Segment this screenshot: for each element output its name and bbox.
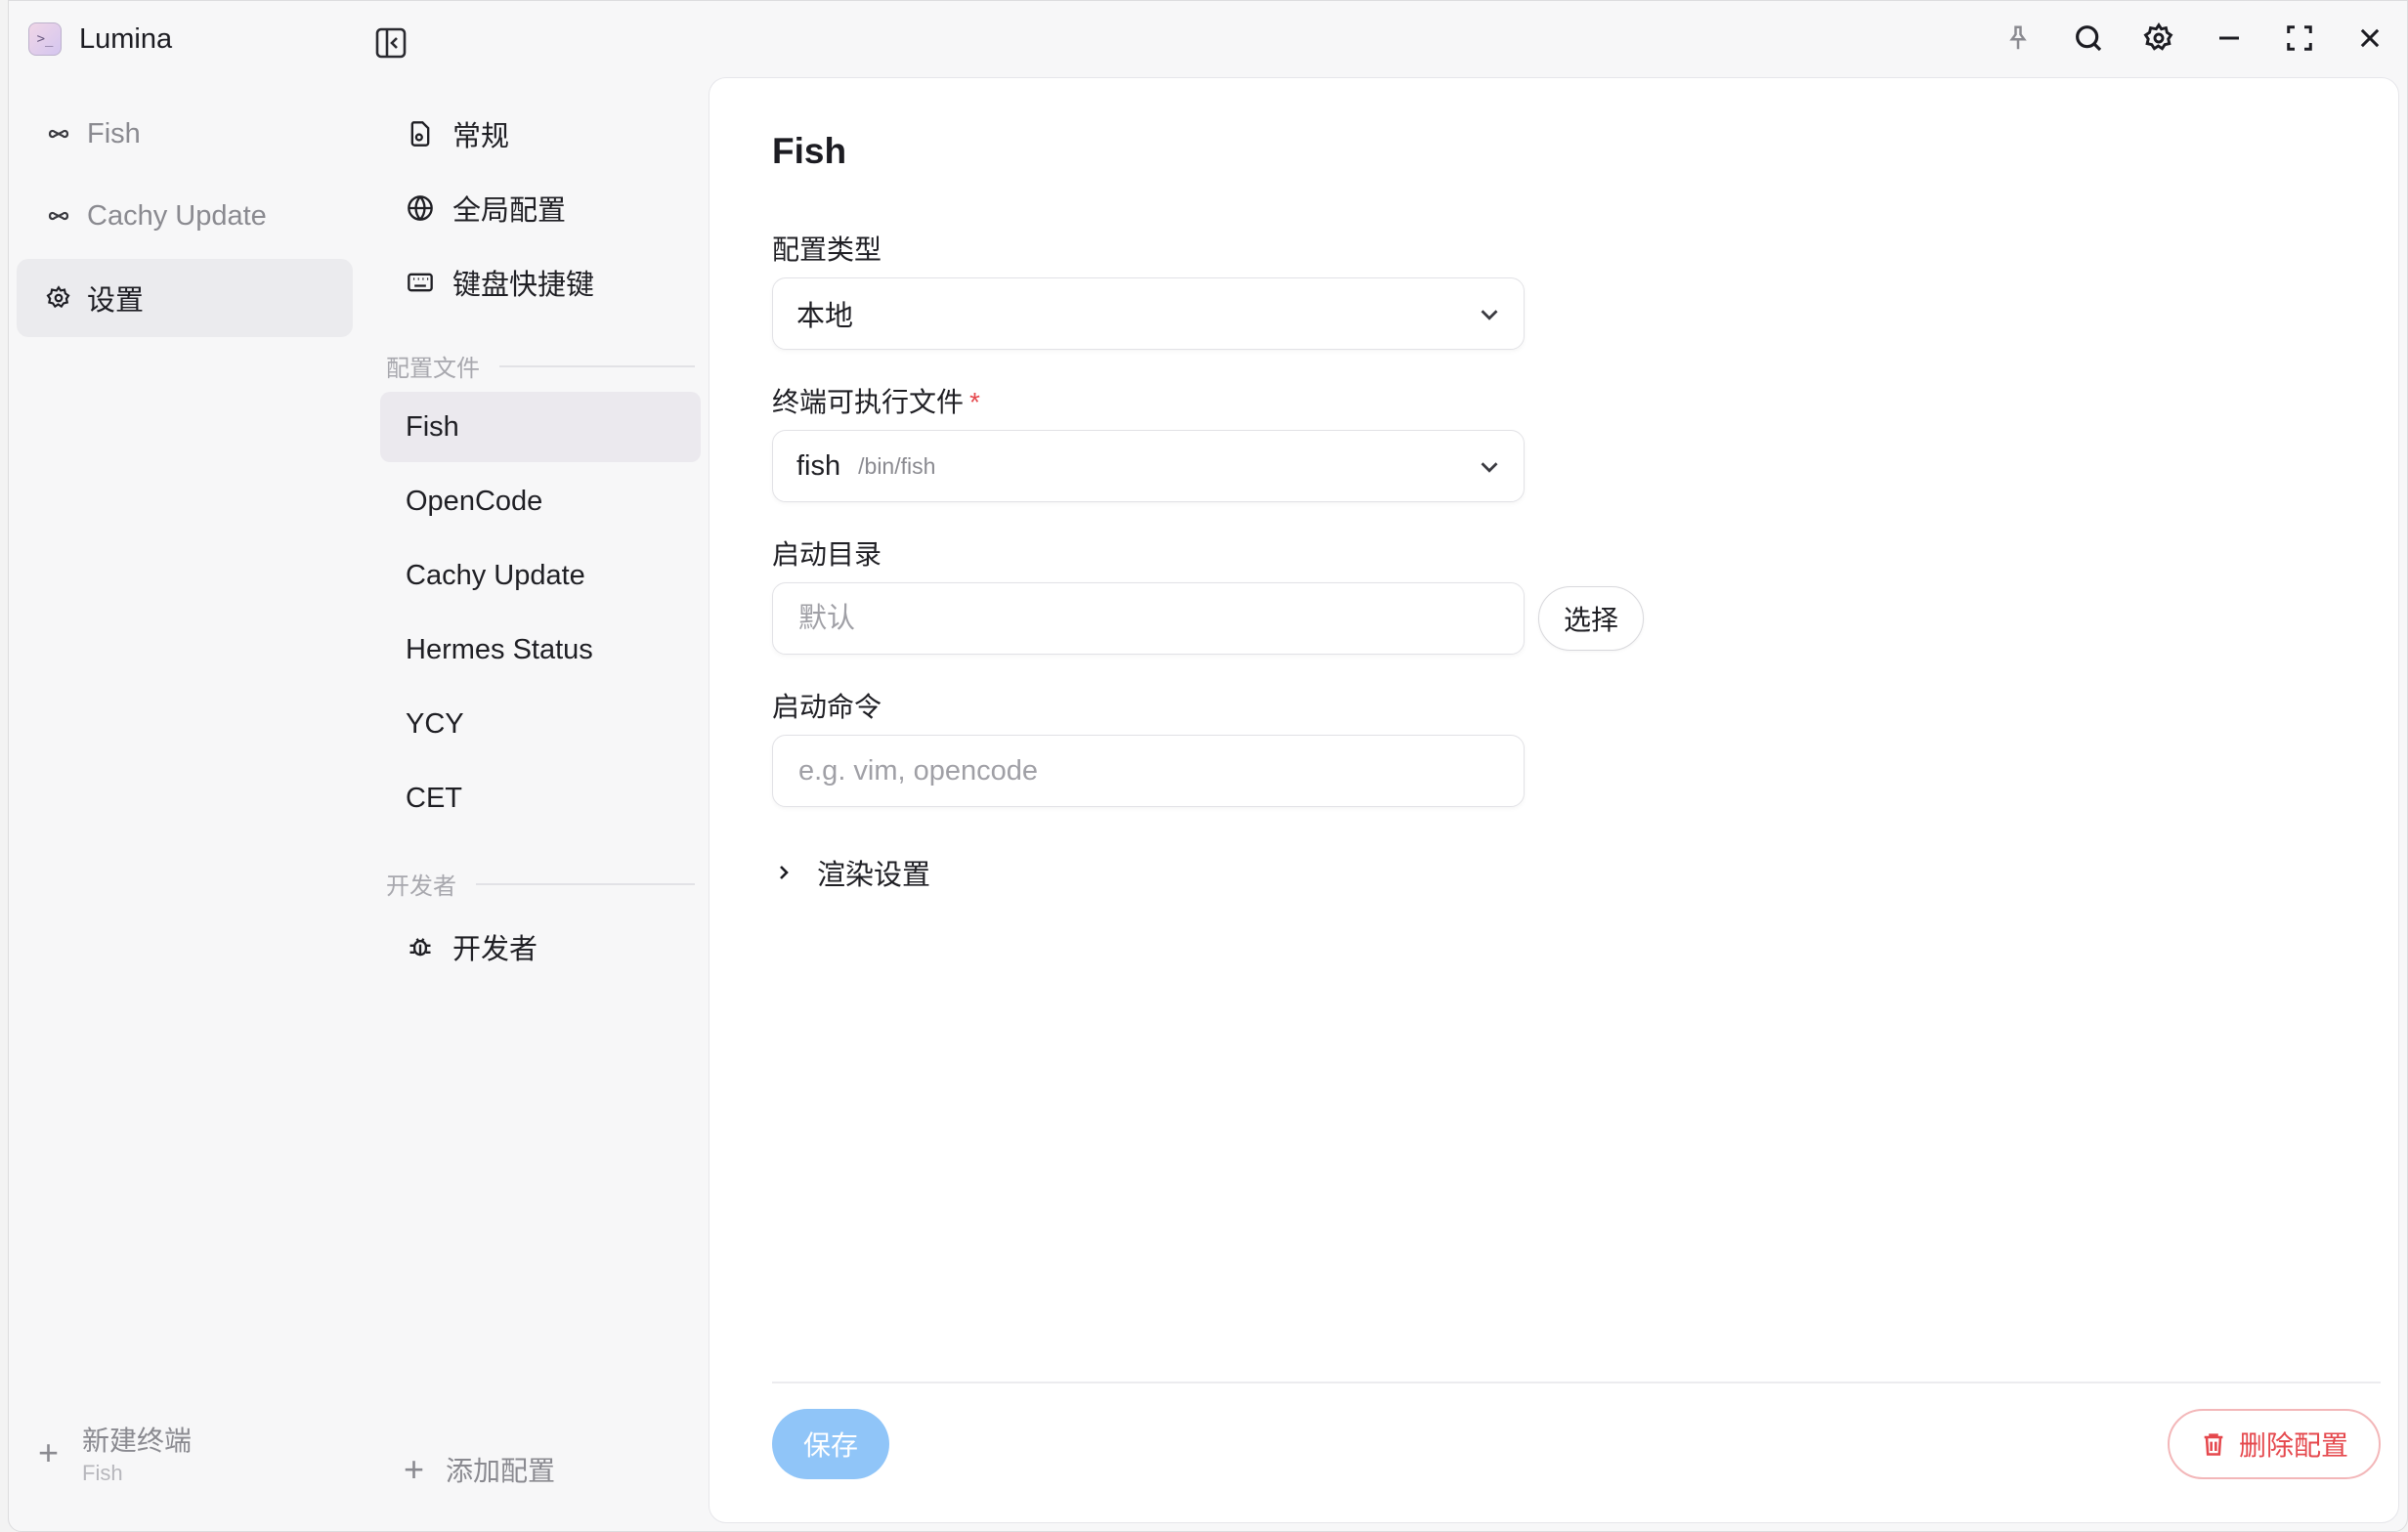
footer-divider xyxy=(772,1382,2381,1383)
start-cmd-label: 启动命令 xyxy=(772,692,882,722)
sidebar-item-settings[interactable]: 设置 xyxy=(17,259,353,337)
settings-nav-keyboard-shortcuts[interactable]: 键盘快捷键 xyxy=(380,247,701,318)
settings-nav-label: 开发者 xyxy=(452,934,538,965)
chevron-down-icon xyxy=(1481,462,1498,473)
add-config-button[interactable]: + 添加配置 xyxy=(404,1449,555,1490)
profile-item-fish[interactable]: Fish xyxy=(380,392,701,462)
sidebar-nav: Fish Cachy Update 设置 xyxy=(17,95,353,341)
close-icon[interactable] xyxy=(2352,21,2387,56)
delete-config-label: 删除配置 xyxy=(2238,1430,2348,1461)
settings-nav-general[interactable]: 常规 xyxy=(380,99,701,169)
new-terminal-sub: Fish xyxy=(82,1461,123,1485)
delete-config-button[interactable]: 删除配置 xyxy=(2168,1409,2381,1479)
settings-nav-global-config[interactable]: 全局配置 xyxy=(380,173,701,243)
config-type-label: 配置类型 xyxy=(772,234,882,265)
profile-item-ycy[interactable]: YCY xyxy=(380,689,701,759)
executable-path: /bin/fish xyxy=(858,452,936,479)
profiles-section-header: 配置文件 xyxy=(386,349,695,383)
start-dir-label: 启动目录 xyxy=(772,539,882,570)
chevron-down-icon xyxy=(1481,310,1498,320)
sidebar-item-fish[interactable]: Fish xyxy=(17,95,353,173)
profile-editor-panel: Fish 配置类型 本地 终端可执行文件 * fish /bin/fish 启动目… xyxy=(709,77,2399,1523)
titlebar-controls xyxy=(2000,21,2387,56)
globe-icon xyxy=(406,193,435,223)
infinity-icon xyxy=(46,121,71,147)
search-icon[interactable] xyxy=(2071,21,2106,56)
required-mark: * xyxy=(969,387,980,417)
app-logo: >_ xyxy=(28,22,62,56)
start-dir-input[interactable] xyxy=(772,582,1525,655)
settings-nav-label: 常规 xyxy=(452,121,510,152)
app-title: Lumina xyxy=(79,22,173,55)
file-settings-icon xyxy=(406,119,435,149)
profile-item-hermes-status[interactable]: Hermes Status xyxy=(380,615,701,685)
executable-label: 终端可执行文件 * xyxy=(772,387,980,417)
trash-icon xyxy=(2204,1433,2223,1456)
render-settings-label: 渲染设置 xyxy=(817,860,931,891)
choose-dir-button[interactable]: 选择 xyxy=(1538,586,1644,651)
settings-nav-label: 全局配置 xyxy=(452,195,567,227)
sidebar-item-label: Fish xyxy=(87,117,141,149)
settings-nav-developer[interactable]: 开发者 xyxy=(380,912,701,982)
add-config-label: 添加配置 xyxy=(446,1456,556,1486)
sidebar-item-cachy-update[interactable]: Cachy Update xyxy=(17,177,353,255)
app-window: >_ Lumina Fish Cachy Update 设置 + 新建终端 Fi… xyxy=(8,0,2408,1532)
infinity-icon xyxy=(46,203,71,229)
chevron-right-icon xyxy=(780,866,789,879)
config-type-value: 本地 xyxy=(796,301,854,332)
render-settings-toggle[interactable]: 渲染设置 xyxy=(772,852,930,893)
profile-item-cet[interactable]: CET xyxy=(380,763,701,833)
settings-nav-label: 键盘快捷键 xyxy=(452,270,595,301)
settings-nav: 常规 全局配置 键盘快捷键 配置文件 Fish OpenCode Cachy U… xyxy=(372,1,701,1531)
bug-icon xyxy=(406,932,435,961)
plus-icon: + xyxy=(404,1449,425,1489)
save-button[interactable]: 保存 xyxy=(772,1409,889,1479)
profile-item-opencode[interactable]: OpenCode xyxy=(380,466,701,536)
sidebar-item-label: Cachy Update xyxy=(87,199,267,232)
fullscreen-icon[interactable] xyxy=(2282,21,2317,56)
executable-value: fish xyxy=(796,449,841,482)
start-dir-field[interactable] xyxy=(796,583,1524,654)
start-cmd-field[interactable] xyxy=(796,736,1524,806)
config-type-select[interactable]: 本地 xyxy=(772,277,1525,350)
app-header: >_ Lumina xyxy=(28,22,172,56)
new-terminal-button[interactable]: + 新建终端 Fish xyxy=(38,1424,192,1488)
minimize-icon[interactable] xyxy=(2212,21,2247,56)
plus-icon: + xyxy=(38,1432,60,1472)
keyboard-icon xyxy=(406,268,435,297)
developer-section-header: 开发者 xyxy=(386,867,695,901)
pin-icon[interactable] xyxy=(2000,21,2036,56)
start-cmd-input[interactable] xyxy=(772,735,1525,807)
executable-select[interactable]: fish /bin/fish xyxy=(772,430,1525,502)
page-title: Fish xyxy=(772,131,847,171)
gear-icon xyxy=(46,285,71,311)
new-terminal-label: 新建终端 xyxy=(82,1426,193,1456)
sidebar-item-label: 设置 xyxy=(87,285,145,317)
profile-item-cachy-update[interactable]: Cachy Update xyxy=(380,540,701,611)
gear-icon[interactable] xyxy=(2141,21,2176,56)
